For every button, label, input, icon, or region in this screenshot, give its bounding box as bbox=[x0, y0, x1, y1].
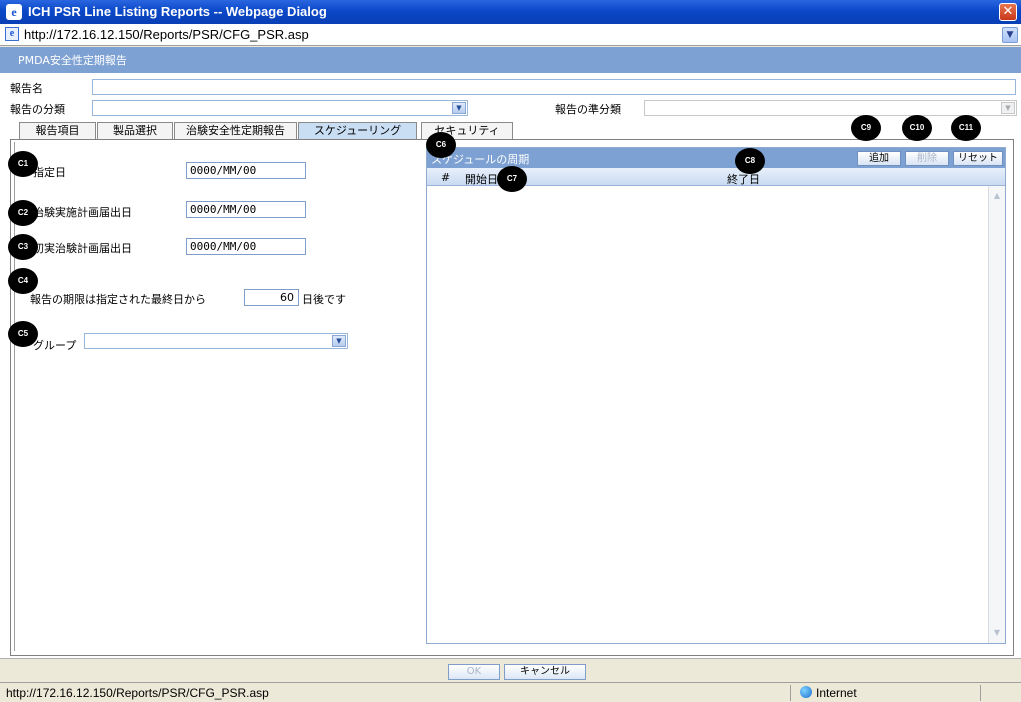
report-name-input[interactable] bbox=[92, 79, 1016, 95]
reset-button[interactable]: リセット bbox=[953, 151, 1003, 166]
dialog-footer: OK キャンセル bbox=[0, 658, 1021, 682]
ie-app-icon: e bbox=[6, 4, 22, 20]
app-header-title: PMDA安全性定期報告 bbox=[18, 54, 127, 67]
tab-scheduling[interactable]: スケジューリング bbox=[298, 122, 417, 139]
report-deadline-prefix: 報告の期限は指定された最終日から bbox=[30, 293, 206, 306]
first-trial-plan-date-label: 初実治験計画届出日 bbox=[33, 242, 132, 255]
callout-c8: C8 bbox=[735, 148, 765, 174]
schedule-scrollbar[interactable]: ▲ ▼ bbox=[988, 186, 1005, 643]
schedule-period-grid: スケジュールの周期 追加 削除 リセット # 開始日 終了日 ▲ ▼ bbox=[426, 147, 1006, 644]
column-start-date: 開始日 bbox=[465, 173, 498, 186]
app-header: PMDA安全性定期報告 bbox=[0, 47, 1021, 73]
designated-date-input[interactable]: 0000/MM/00 bbox=[186, 162, 306, 179]
address-bar: e http://172.16.12.150/Reports/PSR/CFG_P… bbox=[0, 24, 1021, 46]
callout-c3: C3 bbox=[8, 234, 38, 260]
callout-c4: C4 bbox=[8, 268, 38, 294]
column-end-date: 終了日 bbox=[727, 173, 760, 186]
callout-c5: C5 bbox=[8, 321, 38, 347]
chevron-down-icon[interactable]: ▼ bbox=[332, 335, 346, 347]
delete-button[interactable]: 削除 bbox=[905, 151, 949, 166]
status-separator bbox=[980, 685, 981, 701]
window-titlebar: e ICH PSR Line Listing Reports -- Webpag… bbox=[0, 0, 1021, 24]
tab-clinical-safety-report[interactable]: 治験安全性定期報告 bbox=[174, 122, 297, 139]
report-deadline-days-input[interactable]: 60 bbox=[244, 289, 299, 306]
column-number: # bbox=[441, 171, 451, 184]
chevron-down-icon[interactable]: ▼ bbox=[1001, 102, 1015, 114]
status-separator bbox=[790, 685, 791, 701]
ok-button[interactable]: OK bbox=[448, 664, 500, 680]
tab-report-items[interactable]: 報告項目 bbox=[19, 122, 96, 139]
cancel-button[interactable]: キャンセル bbox=[504, 664, 586, 680]
callout-c10: C10 bbox=[902, 115, 932, 141]
callout-c7: C7 bbox=[497, 166, 527, 192]
trial-plan-date-label: 治験実施計画届出日 bbox=[33, 206, 132, 219]
report-name-label: 報告名 bbox=[10, 82, 43, 95]
callout-c11: C11 bbox=[951, 115, 981, 141]
report-category-select[interactable]: ▼ bbox=[92, 100, 468, 116]
callout-c2: C2 bbox=[8, 200, 38, 226]
schedule-grid-header: スケジュールの周期 追加 削除 リセット bbox=[427, 148, 1005, 168]
page-icon: e bbox=[5, 27, 19, 41]
trial-plan-date-input[interactable]: 0000/MM/00 bbox=[186, 201, 306, 218]
callout-c9: C9 bbox=[851, 115, 881, 141]
tab-product-selection[interactable]: 製品選択 bbox=[97, 122, 173, 139]
globe-icon bbox=[800, 686, 812, 698]
status-url: http://172.16.12.150/Reports/PSR/CFG_PSR… bbox=[6, 686, 269, 700]
report-subcategory-label: 報告の準分類 bbox=[555, 103, 621, 116]
first-trial-plan-date-input[interactable]: 0000/MM/00 bbox=[186, 238, 306, 255]
callout-c1: C1 bbox=[8, 151, 38, 177]
report-category-label: 報告の分類 bbox=[10, 103, 65, 116]
close-icon[interactable]: ✕ bbox=[999, 3, 1017, 21]
callout-c6: C6 bbox=[426, 132, 456, 158]
report-subcategory-select[interactable]: ▼ bbox=[644, 100, 1017, 116]
address-dropdown-icon[interactable]: ▼ bbox=[1002, 27, 1018, 43]
report-deadline-suffix: 日後です bbox=[302, 293, 346, 306]
security-zone-label: Internet bbox=[816, 686, 857, 700]
chevron-down-icon[interactable]: ▼ bbox=[452, 102, 466, 114]
status-bar: http://172.16.12.150/Reports/PSR/CFG_PSR… bbox=[0, 682, 1021, 702]
address-url[interactable]: http://172.16.12.150/Reports/PSR/CFG_PSR… bbox=[24, 27, 309, 42]
scroll-down-icon[interactable]: ▼ bbox=[990, 626, 1004, 640]
window-title: ICH PSR Line Listing Reports -- Webpage … bbox=[28, 4, 327, 19]
group-select[interactable]: ▼ bbox=[84, 333, 348, 349]
scroll-up-icon[interactable]: ▲ bbox=[990, 189, 1004, 203]
add-button[interactable]: 追加 bbox=[857, 151, 901, 166]
security-zone: Internet bbox=[800, 686, 857, 700]
designated-date-label: 指定日 bbox=[33, 166, 66, 179]
group-label: グループ bbox=[33, 339, 77, 352]
